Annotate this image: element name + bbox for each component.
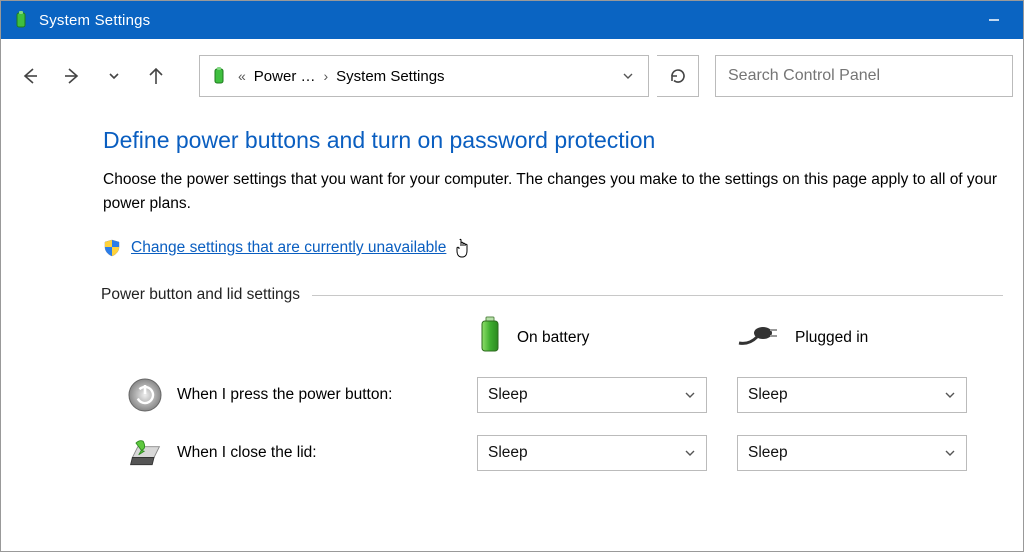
nav-toolbar: « Power … › System Settings (1, 39, 1023, 105)
plug-icon (737, 323, 781, 352)
recent-dropdown[interactable] (97, 59, 131, 93)
breadcrumb-back-sep: « (236, 68, 248, 84)
battery-icon (477, 316, 503, 359)
search-input[interactable] (715, 55, 1013, 97)
content: Define power buttons and turn on passwor… (1, 105, 1023, 471)
refresh-button[interactable] (657, 55, 699, 97)
power-button-icon (127, 377, 163, 413)
titlebar: System Settings (1, 1, 1023, 39)
laptop-lid-icon (127, 435, 163, 471)
select-value: Sleep (488, 386, 528, 404)
window-title: System Settings (39, 12, 150, 29)
minimize-button[interactable] (971, 1, 1017, 39)
breadcrumb-level2[interactable]: System Settings (336, 68, 444, 85)
chevron-down-icon (944, 389, 956, 401)
back-button[interactable] (13, 59, 47, 93)
row-label: When I close the lid: (177, 444, 317, 462)
up-button[interactable] (139, 59, 173, 93)
column-headers: On battery Plugged in (127, 316, 1003, 359)
select-value: Sleep (748, 386, 788, 404)
change-settings-link[interactable]: Change settings that are currently unava… (131, 239, 446, 257)
power-table: On battery Plugged in (127, 316, 1003, 471)
power-button-plugged-select[interactable]: Sleep (737, 377, 967, 413)
lid-plugged-select[interactable]: Sleep (737, 435, 967, 471)
select-value: Sleep (748, 444, 788, 462)
chevron-down-icon (684, 389, 696, 401)
table-row: When I close the lid: Sleep Sleep (127, 435, 1003, 471)
lid-battery-select[interactable]: Sleep (477, 435, 707, 471)
column-battery-label: On battery (517, 329, 589, 347)
page-description: Choose the power settings that you want … (103, 168, 1003, 216)
power-button-battery-select[interactable]: Sleep (477, 377, 707, 413)
breadcrumb-icon (208, 65, 230, 87)
chevron-down-icon (944, 447, 956, 459)
change-settings-row: Change settings that are currently unava… (103, 232, 1003, 264)
shield-icon (103, 239, 121, 257)
breadcrumb-dropdown-icon[interactable] (614, 69, 642, 83)
chevron-down-icon (684, 447, 696, 459)
table-row: When I press the power button: Sleep Sle… (127, 377, 1003, 413)
cursor-icon (454, 238, 472, 264)
group-label: Power button and lid settings (101, 286, 300, 304)
breadcrumb-sep: › (321, 68, 330, 84)
forward-button[interactable] (55, 59, 89, 93)
page-heading: Define power buttons and turn on passwor… (103, 127, 1003, 154)
group-divider (312, 295, 1003, 296)
select-value: Sleep (488, 444, 528, 462)
column-battery: On battery (477, 316, 737, 359)
breadcrumb-level1[interactable]: Power … (254, 68, 316, 85)
column-plugged-label: Plugged in (795, 329, 868, 347)
column-plugged: Plugged in (737, 323, 997, 352)
group-header: Power button and lid settings (101, 286, 1003, 304)
row-label: When I press the power button: (177, 386, 392, 404)
app-icon (11, 10, 31, 30)
breadcrumb[interactable]: « Power … › System Settings (199, 55, 649, 97)
